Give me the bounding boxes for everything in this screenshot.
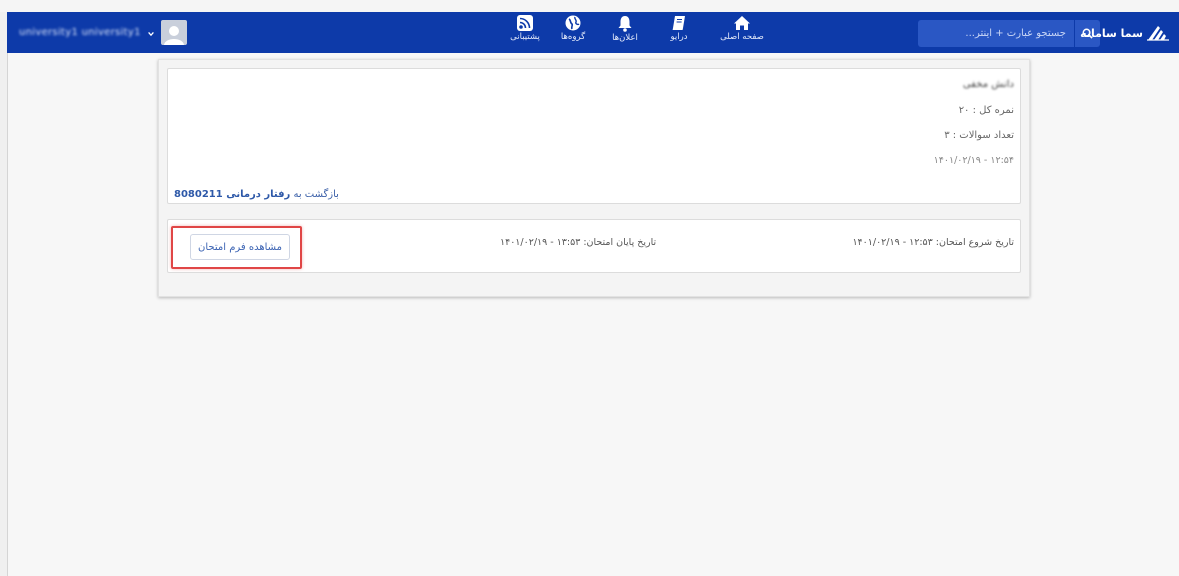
top-navbar: university1 university1 پشتیبانی گروه‌ها	[7, 12, 1179, 53]
exam-schedule-card: تاریخ شروع امتحان: ۱۲:۵۳ - ۱۴۰۱/۰۲/۱۹ تا…	[167, 219, 1021, 273]
nav-announcements-label: اعلان‌ها	[612, 33, 638, 43]
exam-title: دانش مخفی	[962, 79, 1014, 90]
back-link: بازگشت به رفتار درمانی 8080211	[174, 189, 339, 200]
window-top-strip	[0, 0, 1179, 12]
sama-logo-icon	[1147, 26, 1169, 41]
nav-support[interactable]: پشتیبانی	[505, 15, 545, 51]
nav-home[interactable]: صفحه اصلی	[711, 15, 773, 51]
exam-start-date: تاریخ شروع امتحان: ۱۲:۵۳ - ۱۴۰۱/۰۲/۱۹	[852, 237, 1014, 248]
brand-name: سما سامانه	[1080, 26, 1143, 40]
nav-drive-label: درایو	[670, 32, 688, 42]
globe-icon	[565, 15, 581, 31]
nav-drive[interactable]: درایو	[662, 15, 696, 51]
exam-panel: دانش مخفی نمره کل : ۲۰ تعداد سوالات : ۳ …	[158, 59, 1030, 297]
nav-groups[interactable]: گروه‌ها	[556, 15, 590, 51]
rss-icon	[517, 15, 533, 31]
course-link[interactable]: رفتار درمانی 8080211	[174, 189, 290, 200]
bell-icon	[618, 16, 632, 32]
nav-announcements[interactable]: اعلان‌ها	[608, 15, 642, 51]
exam-info-card: دانش مخفی نمره کل : ۲۰ تعداد سوالات : ۳ …	[167, 68, 1021, 204]
exam-end-date: تاریخ پایان امتحان: ۱۳:۵۳ - ۱۴۰۱/۰۲/۱۹	[500, 237, 657, 248]
exam-created-date: ۱۲:۵۴ - ۱۴۰۱/۰۲/۱۹	[933, 155, 1014, 166]
home-icon	[734, 16, 750, 30]
nav-support-label: پشتیبانی	[510, 32, 540, 42]
avatar[interactable]	[160, 19, 187, 45]
brand-logo[interactable]: سما سامانه	[1080, 22, 1169, 44]
total-score: نمره کل : ۲۰	[958, 105, 1014, 116]
view-exam-form-button[interactable]: مشاهده فرم امتحان	[190, 234, 290, 260]
question-count: تعداد سوالات : ۳	[944, 130, 1014, 141]
nav-home-label: صفحه اصلی	[720, 32, 764, 42]
user-menu[interactable]: university1 university1	[19, 18, 187, 46]
chevron-down-icon[interactable]	[147, 23, 155, 42]
user-avatar-icon	[163, 25, 184, 45]
book-icon	[672, 16, 685, 30]
back-prefix: بازگشت به	[293, 189, 339, 200]
user-name[interactable]: university1 university1	[19, 27, 141, 38]
nav-groups-label: گروه‌ها	[560, 32, 586, 42]
search-box	[918, 20, 1100, 47]
search-input[interactable]	[918, 20, 1074, 47]
